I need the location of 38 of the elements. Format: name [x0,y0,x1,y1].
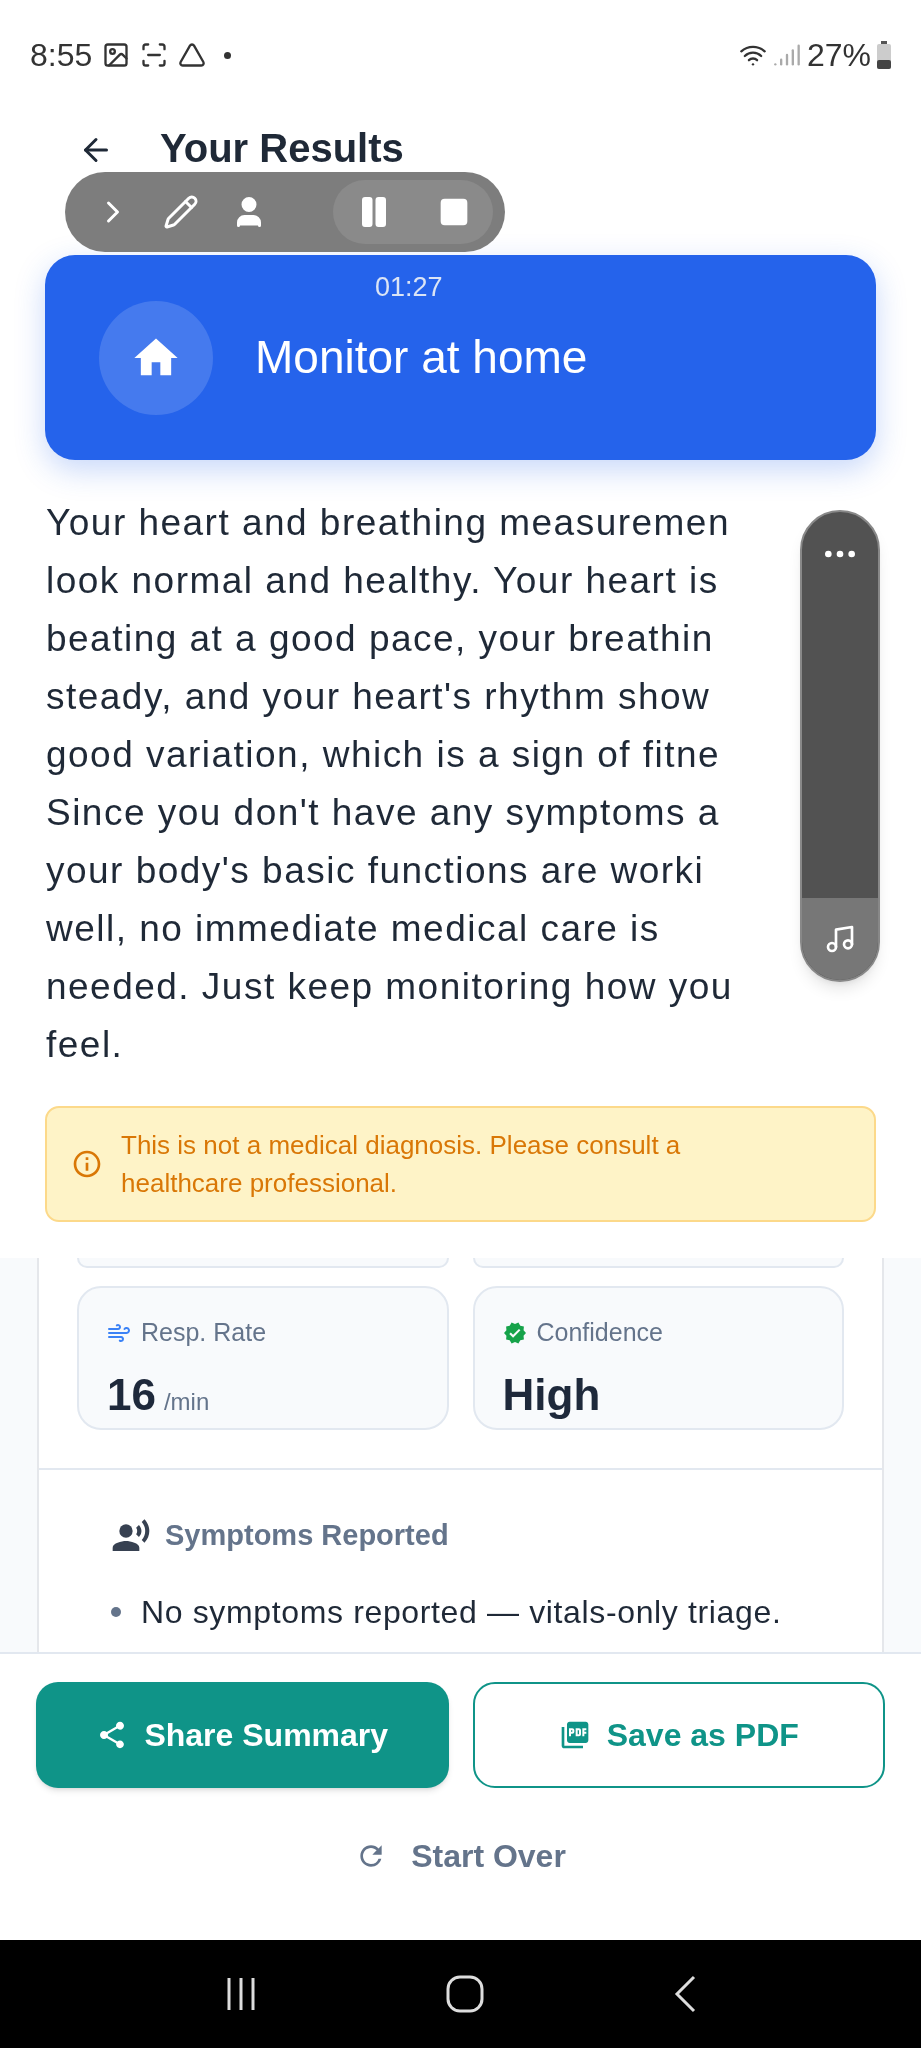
summary-line: needed. Just keep monitoring how you [46,965,733,1009]
pencil-icon[interactable] [163,194,199,230]
summary-line: feel. [46,1023,124,1067]
triage-title: Monitor at home [255,330,588,385]
image-icon [102,41,131,69]
recording-timer: 01:27 [375,271,443,304]
share-button[interactable]: Share Summary [36,1682,449,1788]
summary-line: beating at a good pace, your breathin [46,617,714,661]
metric-label: Confidence [536,1317,663,1348]
disclaimer-text: This is not a medical diagnosis. Please consult a healthcare professional. [121,1129,682,1200]
home-button-icon[interactable] [446,1975,485,2013]
info-icon [71,1148,103,1180]
metric-value: High [502,1368,601,1421]
summary-line: look normal and healthy. Your heart is [46,559,719,603]
save-pdf-button[interactable]: Save as PDF [472,1682,885,1788]
summary-line: Since you don't have any symptoms a [46,791,720,835]
summary-line: steady, and your heart's rhythm show [46,675,711,719]
music-note-icon[interactable] [824,923,856,955]
stop-icon[interactable] [438,196,470,228]
summary-line: well, no immediate medical care is [46,907,660,951]
metric-label: Resp. Rate [141,1317,267,1348]
back-icon[interactable] [674,1975,697,2013]
battery-percent: 27% [806,36,871,75]
summary-line: your body's basic functions are worki [46,849,705,893]
battery-icon [877,41,891,69]
start-over-button[interactable]: Start Over [355,1832,566,1880]
metric-value: 16 [107,1368,156,1421]
status-time: 8:55 [30,36,93,75]
verified-badge-icon [502,1320,527,1345]
section-title: Symptoms Reported [165,1518,449,1553]
summary-line: good variation, which is a sign of fitne [46,733,721,777]
screen-record-icon [140,41,169,69]
bullet-icon [111,1606,121,1617]
metric-unit: /min [163,1386,210,1417]
triangle-icon [178,41,207,69]
summary-line: Your heart and breathing measuremen [46,501,730,545]
symptom-item: No symptoms reported — vitals-only triage. [141,1592,782,1632]
page-title: Your Results [160,128,404,168]
